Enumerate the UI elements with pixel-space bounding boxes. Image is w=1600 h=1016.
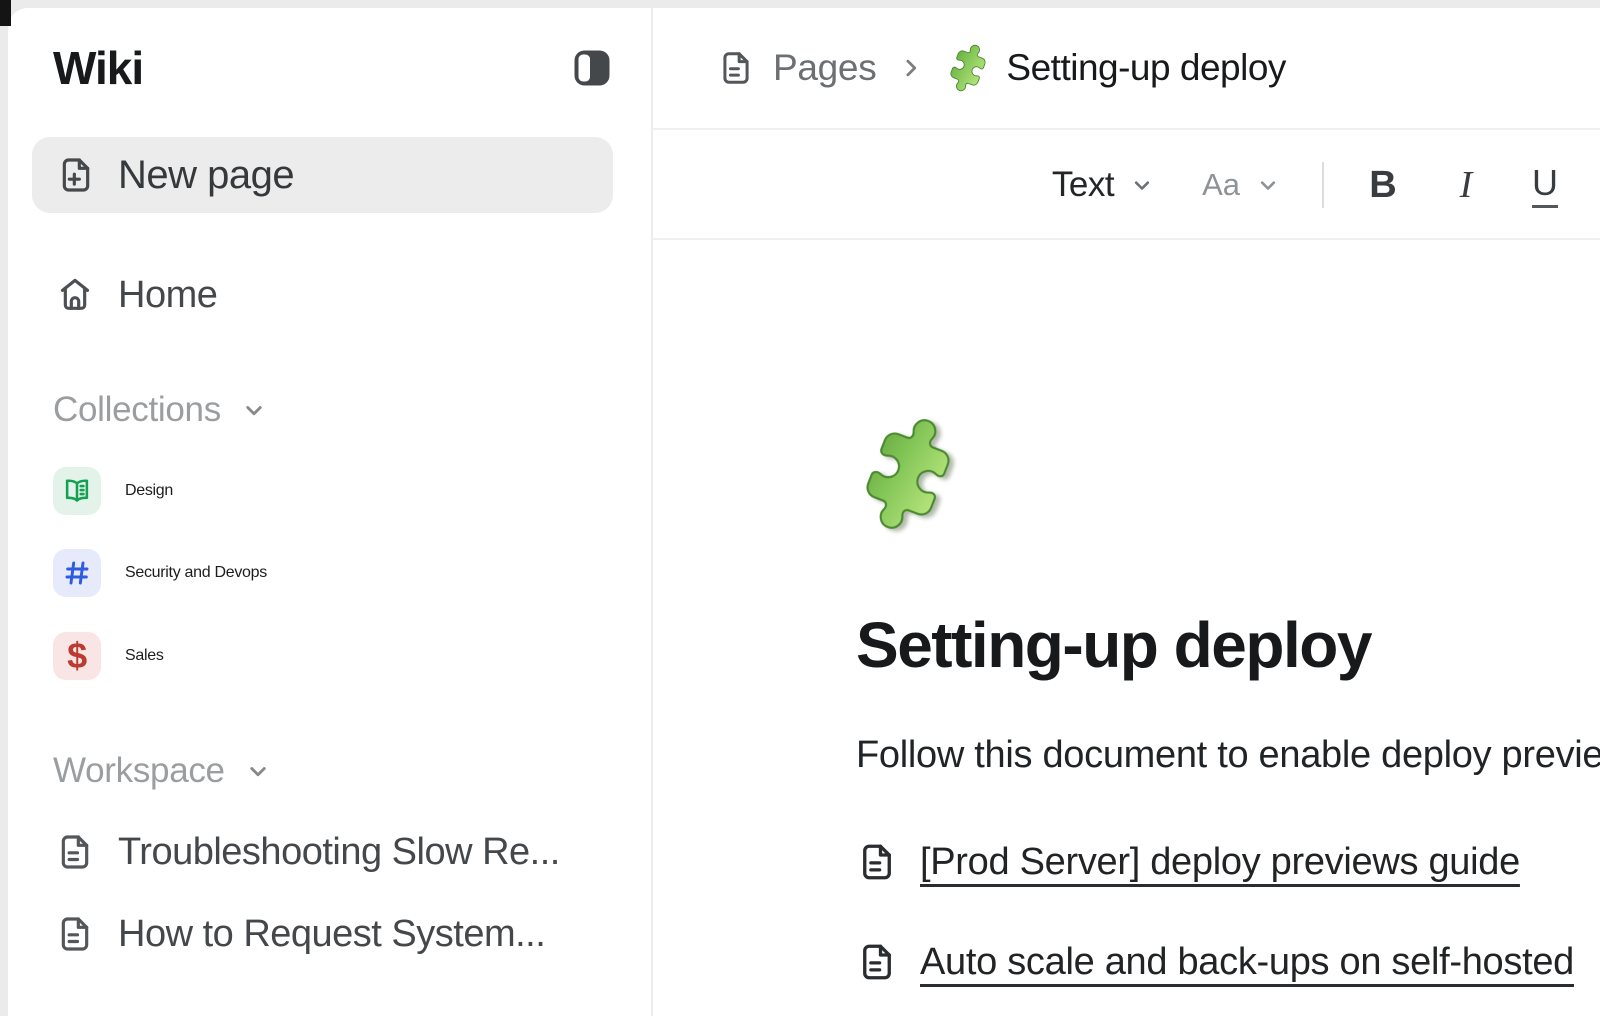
sidebar-header: Wiki [53,40,611,96]
toolbar-divider [1322,162,1324,208]
home-icon [55,275,95,315]
page-link-label: Auto scale and back-ups on self-hosted [920,941,1574,984]
italic-label: I [1446,163,1486,207]
breadcrumb-item-pages[interactable]: Pages [717,47,876,89]
corner-notch [0,0,11,26]
sidebar-item-how-to-request[interactable]: How to Request System... [55,910,545,958]
font-size-dropdown[interactable]: Aa [1202,167,1282,203]
sidebar-item-design[interactable]: Design [53,467,173,515]
sidebar-item-security-and-devops[interactable]: Security and Devops [53,549,267,597]
hash-icon [53,549,101,597]
page-title[interactable]: Setting-up deploy [856,608,1371,682]
page-intro-text[interactable]: Follow this document to enable deploy pr… [856,734,1600,777]
bold-button[interactable]: B [1360,164,1406,207]
sidebar-item-label: Security and Devops [125,564,267,582]
block-type-label: Text [1052,165,1114,205]
breadcrumb-item-current: Setting-up deploy [946,46,1285,90]
page-content: Setting-up deploy Follow this document t… [653,242,1600,1016]
block-type-dropdown[interactable]: Text [1052,165,1156,205]
document-icon [856,941,898,983]
italic-button[interactable]: I [1446,163,1486,207]
main-area: Pages Setting-up deploy Text Aa [653,8,1600,1016]
dollar-icon: $ [53,632,101,680]
underline-label: U [1532,162,1558,208]
page-link-auto-scale[interactable]: Auto scale and back-ups on self-hosted [856,936,1574,988]
sidebar-item-label: Design [125,482,173,500]
collections-label: Collections [53,390,221,430]
chevron-down-icon [243,756,273,786]
breadcrumb-page-label: Setting-up deploy [1006,47,1285,89]
wiki-title: Wiki [53,41,143,95]
sidebar-toggle-button[interactable] [573,49,611,87]
sidebar-item-sales[interactable]: $ Sales [53,632,164,680]
chevron-right-icon [896,53,926,83]
underline-button[interactable]: U [1532,162,1558,208]
workspace-label: Workspace [53,751,225,791]
font-size-label: Aa [1202,167,1240,203]
page-link-label: [Prod Server] deploy previews guide [920,841,1520,884]
puzzle-emoji [939,39,997,97]
document-icon [856,841,898,883]
sidebar: Wiki New page Home [8,8,653,1016]
new-page-label: New page [118,153,294,198]
bold-label: B [1360,164,1406,207]
document-icon [55,914,95,954]
document-icon [55,832,95,872]
breadcrumb-label: Pages [773,47,876,89]
file-plus-icon [56,155,96,195]
sidebar-item-label: Troubleshooting Slow Re... [118,831,560,874]
document-icon [717,49,755,87]
sidebar-item-label: How to Request System... [118,913,545,956]
formatting-toolbar: Text Aa B I U [653,132,1600,240]
page-link-prod-server[interactable]: [Prod Server] deploy previews guide [856,836,1520,888]
collections-section-header[interactable]: Collections [53,390,269,430]
page-puzzle-emoji[interactable] [839,405,976,542]
chevron-down-icon [1128,171,1156,199]
chevron-down-icon [1254,171,1282,199]
new-page-button[interactable]: New page [32,137,613,213]
book-open-icon [53,467,101,515]
sidebar-item-troubleshooting[interactable]: Troubleshooting Slow Re... [55,828,560,876]
workspace-section-header[interactable]: Workspace [53,751,273,791]
panel-left-icon [573,49,611,87]
sidebar-item-home[interactable]: Home [55,271,217,319]
breadcrumb: Pages Setting-up deploy [653,8,1600,130]
sidebar-item-label: Home [118,274,217,317]
sidebar-item-label: Sales [125,647,164,665]
app-window: Wiki New page Home [8,8,1600,1016]
chevron-down-icon [239,395,269,425]
